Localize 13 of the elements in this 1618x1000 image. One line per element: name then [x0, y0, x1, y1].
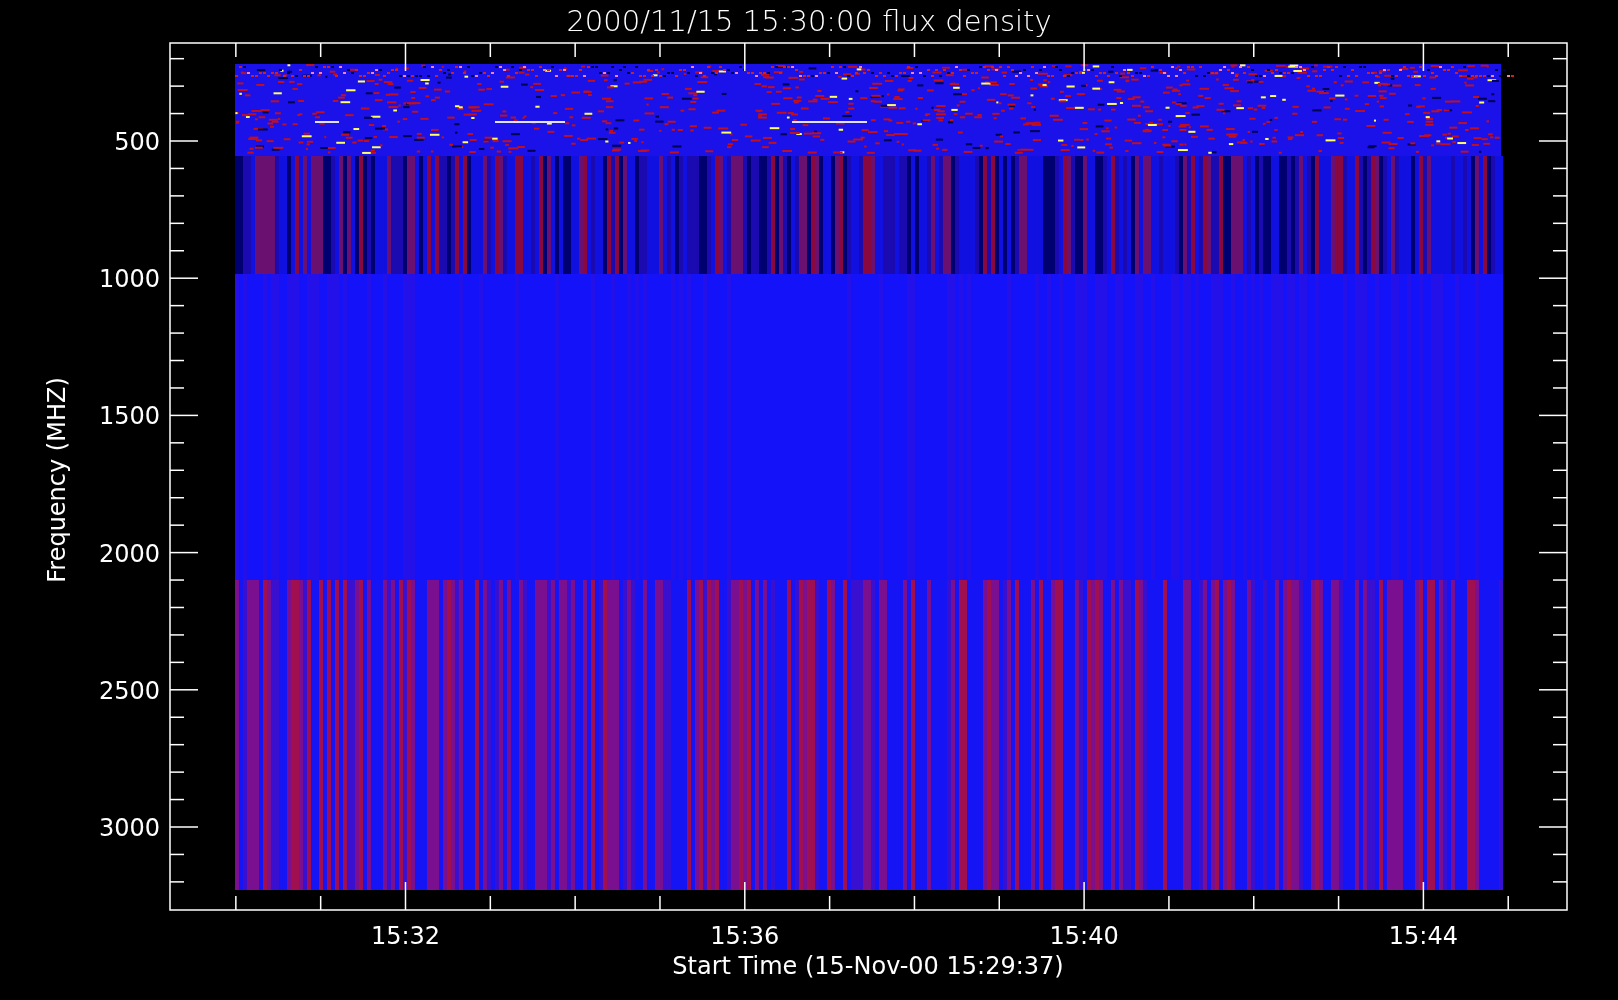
y-tick-label: 1000 — [98, 265, 160, 294]
y-tick-label: 500 — [114, 128, 160, 156]
y-axis-label: Frequency (MHZ) — [43, 377, 71, 583]
x-axis-label: Start Time (15-Nov-00 15:29:37) — [672, 952, 1064, 980]
y-tick-label: 3000 — [98, 814, 160, 842]
x-tick-label: 15:44 — [1388, 922, 1458, 950]
x-tick-label: 15:32 — [370, 922, 441, 950]
plot-title: 2000/11/15 15:30:00 flux density — [566, 4, 1052, 38]
y-tick-label: 1500 — [98, 402, 160, 431]
x-tick-label: 15:40 — [1049, 922, 1119, 950]
y-tick-label: 2500 — [98, 676, 160, 705]
x-tick-label: 15:36 — [710, 922, 780, 950]
y-tick-label: 2000 — [98, 539, 160, 568]
